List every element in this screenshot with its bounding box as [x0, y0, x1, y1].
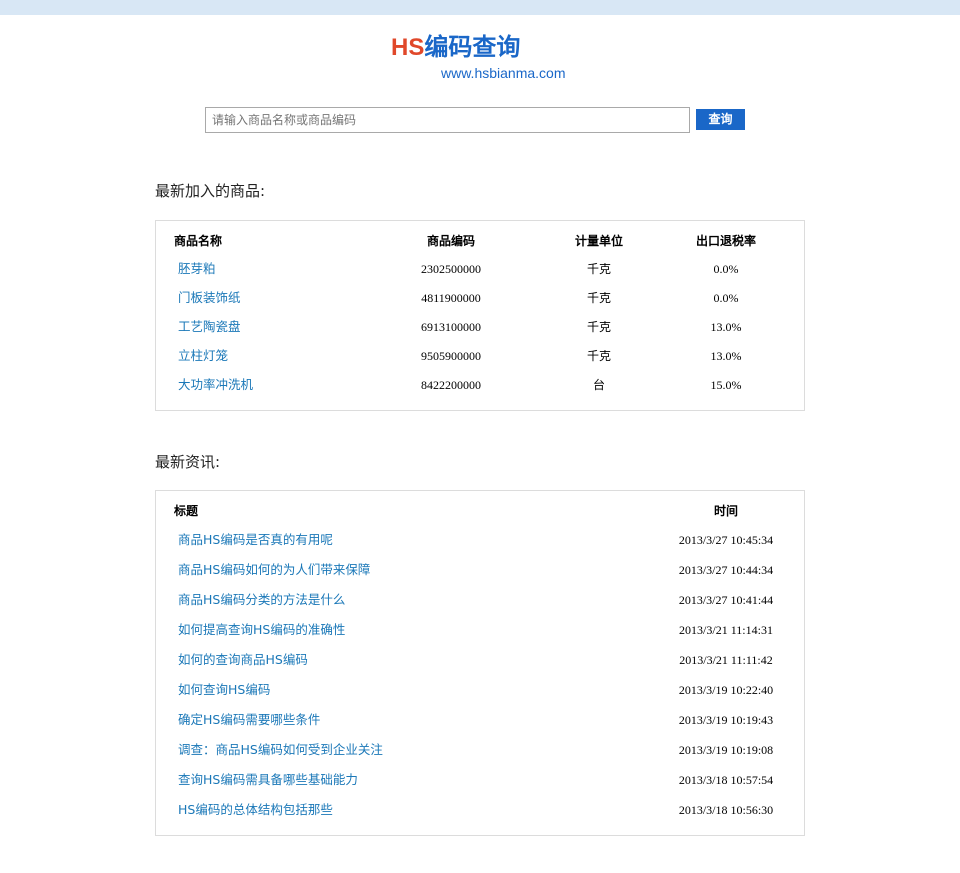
product-name-link[interactable]: 立柱灯笼 [178, 348, 228, 364]
news-time: 2013/3/18 10:57:54 [678, 773, 774, 787]
news-title-link[interactable]: 如何的查询商品HS编码 [178, 652, 308, 668]
news-table: 标题 时间 商品HS编码是否真的有用呢 2013/3/27 10:45:34 商品H… [155, 490, 805, 836]
news-time: 2013/3/27 10:44:34 [678, 563, 774, 577]
logo-cn-text: 编码查询 [424, 33, 521, 61]
product-code: 6913100000 [421, 320, 481, 334]
col-header-name: 商品名称 [174, 234, 223, 248]
product-unit: 千克 [586, 291, 611, 305]
news-time: 2013/3/19 10:19:08 [678, 743, 774, 757]
news-title-link[interactable]: 查询HS编码需具备哪些基础能力 [178, 772, 358, 788]
logo-hs-text: HS [391, 34, 425, 61]
product-rate: 0.0% [713, 291, 739, 305]
product-rate: 13.0% [710, 349, 742, 363]
product-name-link[interactable]: 胚芽粕 [178, 261, 216, 277]
product-unit: 千克 [586, 320, 611, 334]
products-heading: 最新加入的商品: [155, 182, 266, 200]
product-unit: 千克 [586, 349, 611, 363]
col-header-code: 商品编码 [426, 234, 475, 248]
news-time: 2013/3/21 11:14:31 [679, 623, 773, 637]
news-title-link[interactable]: 确定HS编码需要哪些条件 [178, 712, 320, 728]
product-code: 8422200000 [421, 378, 481, 392]
col-header-rate: 出口退税率 [695, 234, 756, 248]
news-time: 2013/3/19 10:19:43 [678, 713, 774, 727]
news-title-link[interactable]: 商品HS编码是否真的有用呢 [178, 532, 333, 548]
product-name-link[interactable]: 门板装饰纸 [178, 290, 241, 306]
product-unit: 台 [592, 378, 605, 392]
news-time: 2013/3/27 10:41:44 [678, 593, 774, 607]
search-input[interactable] [205, 107, 690, 133]
product-name-link[interactable]: 大功率冲洗机 [178, 377, 253, 393]
site-logo[interactable]: HS编码查询 [391, 30, 520, 64]
col-header-title: 标题 [174, 504, 199, 518]
col-header-time: 时间 [713, 504, 738, 518]
product-code: 9505900000 [421, 349, 481, 363]
news-time: 2013/3/27 10:45:34 [678, 533, 774, 547]
product-code: 2302500000 [421, 262, 481, 276]
top-bar [0, 0, 960, 15]
product-rate: 13.0% [710, 320, 742, 334]
news-heading: 最新资讯: [155, 453, 221, 471]
search-button[interactable]: 查询 [696, 109, 745, 130]
news-title-link[interactable]: 商品HS编码分类的方法是什么 [178, 592, 345, 608]
products-table: 商品名称 商品编码 计量单位 出口退税率 胚芽粕 2302500000 千克 0.0%… [155, 220, 805, 411]
site-url[interactable]: www.hsbianma.com [441, 64, 566, 82]
product-rate: 15.0% [710, 378, 742, 392]
news-title-link[interactable]: 如何提高查询HS编码的准确性 [178, 622, 345, 638]
news-time: 2013/3/21 11:11:42 [679, 653, 773, 667]
news-title-link[interactable]: HS编码的总体结构包括那些 [178, 802, 333, 818]
news-title-link[interactable]: 商品HS编码如何的为人们带来保障 [178, 562, 370, 578]
product-unit: 千克 [586, 262, 611, 276]
news-title-link[interactable]: 调查：商品HS编码如何受到企业关注 [178, 742, 383, 758]
news-title-link[interactable]: 如何查询HS编码 [178, 682, 270, 698]
col-header-unit: 计量单位 [574, 234, 623, 248]
product-name-link[interactable]: 工艺陶瓷盘 [178, 319, 241, 335]
news-time: 2013/3/19 10:22:40 [678, 683, 774, 697]
product-rate: 0.0% [713, 262, 739, 276]
news-time: 2013/3/18 10:56:30 [678, 803, 774, 817]
product-code: 4811900000 [421, 291, 481, 305]
